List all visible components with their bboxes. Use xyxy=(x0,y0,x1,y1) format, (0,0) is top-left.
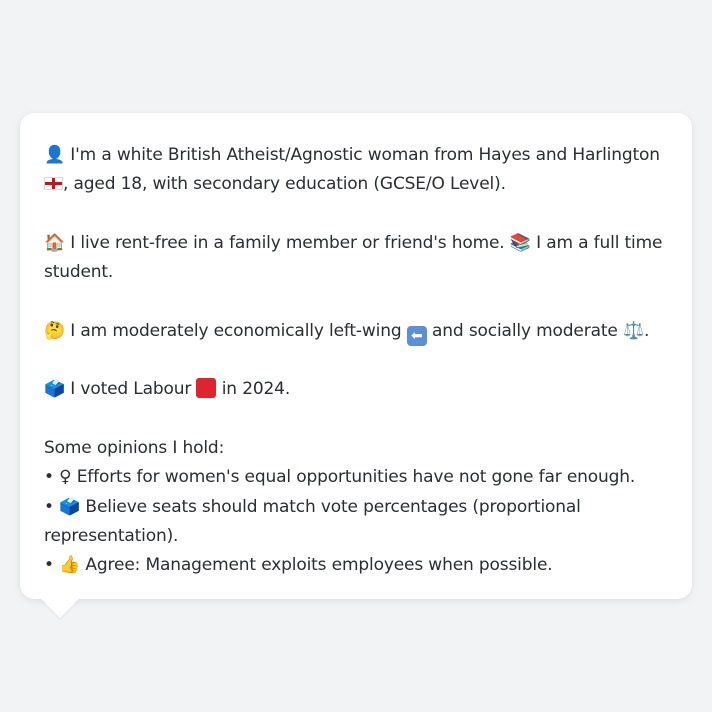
identity-text-b: , aged 18, with secondary education (GCS… xyxy=(63,174,506,195)
bullet: • xyxy=(44,496,60,517)
opinions-heading: Some opinions I hold: xyxy=(44,437,225,458)
opinion-text: Believe seats should match vote percenta… xyxy=(44,496,581,546)
opinion-item: • ♀ Efforts for women's equal opportunit… xyxy=(44,463,668,492)
vote-text-b: in 2024. xyxy=(216,379,291,400)
books-icon: 📚 xyxy=(509,232,531,253)
bullet: • xyxy=(44,467,60,488)
identity-text-a: I'm a white British Atheist/Agnostic wom… xyxy=(65,145,660,165)
identity-paragraph: 👤 I'm a white British Atheist/Agnostic w… xyxy=(44,141,668,200)
left-arrow-icon: ⬅ xyxy=(406,325,427,346)
vote-text-a: I voted Labour xyxy=(65,379,197,400)
opinion-item: • 🗳️ Believe seats should match vote per… xyxy=(44,493,668,552)
person-icon: 👤 xyxy=(44,145,66,165)
ballot-box-icon: 🗳️ xyxy=(44,379,66,400)
profile-speech-bubble: 👤 I'm a white British Atheist/Agnostic w… xyxy=(20,113,692,599)
england-flag-icon xyxy=(44,177,63,191)
opinion-text: Efforts for women's equal opportunities … xyxy=(71,467,636,488)
ideology-text-c: . xyxy=(643,320,650,341)
thinking-face-icon: 🤔 xyxy=(44,320,66,341)
housing-text-a: I live rent-free in a family member or f… xyxy=(65,232,510,253)
housing-paragraph: 🏠 I live rent-free in a family member or… xyxy=(44,229,668,288)
bullet: • xyxy=(44,555,60,576)
stage: 👤 I'm a white British Atheist/Agnostic w… xyxy=(0,0,712,712)
opinion-item: • 👍 Agree: Management exploits employees… xyxy=(44,551,668,580)
vote-paragraph: 🗳️ I voted Labour in 2024. xyxy=(44,375,668,404)
ballot-box-icon: 🗳️ xyxy=(59,496,81,517)
ideology-text-b: and socially moderate xyxy=(426,320,623,341)
female-sign-icon: ♀ xyxy=(59,467,72,488)
opinion-text: Agree: Management exploits employees whe… xyxy=(80,555,553,576)
balance-scale-icon: ⚖️ xyxy=(622,320,644,341)
house-icon: 🏠 xyxy=(44,232,66,253)
ideology-paragraph: 🤔 I am moderately economically left-wing… xyxy=(44,317,668,346)
speech-bubble-tail xyxy=(40,598,80,618)
ideology-text-a: I am moderately economically left-wing xyxy=(65,320,407,341)
labour-red-square-icon xyxy=(196,378,217,399)
thumbs-up-icon: 👍 xyxy=(59,555,81,576)
